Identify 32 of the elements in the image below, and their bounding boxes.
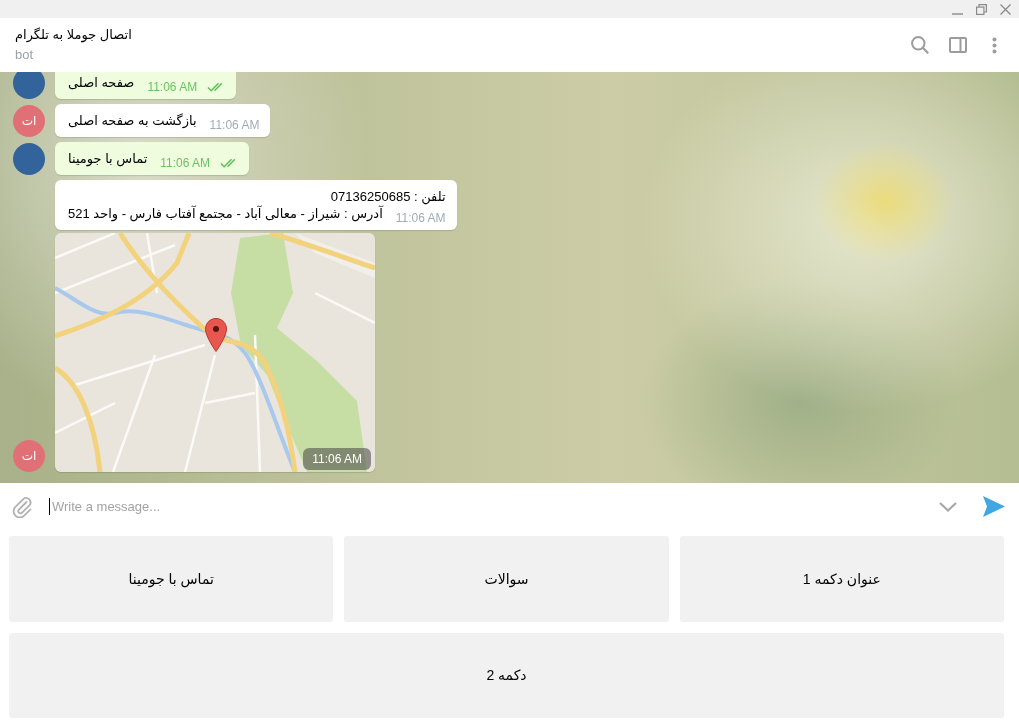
minimize-icon[interactable] — [952, 12, 963, 15]
keyboard-button[interactable]: تماس با جومینا — [9, 536, 334, 622]
message-input[interactable]: Write a message... — [50, 496, 939, 517]
message-time: 11:06 AM — [147, 80, 198, 94]
close-icon[interactable] — [1000, 3, 1011, 15]
map-drawing[interactable] — [55, 233, 375, 472]
search-icon[interactable] — [911, 36, 929, 54]
keyboard-button[interactable]: عنوان دکمه 1 — [679, 536, 1004, 622]
message-text: تلفن : 07136250685 — [330, 188, 446, 205]
keyboard-button[interactable]: دکمه 2 — [9, 632, 1004, 718]
location-pin-icon — [205, 318, 227, 352]
message-time: 11:06 AM — [395, 211, 446, 225]
send-icon[interactable] — [983, 496, 1005, 517]
message-time: 11:06 AM — [209, 118, 260, 132]
message-text: تماس با جومینا — [68, 150, 148, 167]
paperclip-icon[interactable] — [12, 495, 32, 518]
chat-status: bot — [15, 47, 34, 63]
restore-icon[interactable] — [976, 3, 987, 15]
message-text: بازگشت به صفحه اصلی — [68, 112, 197, 129]
message-time: 11:06 AM — [160, 156, 211, 170]
message-text: صفحه اصلی — [68, 74, 135, 91]
avatar: ات — [13, 440, 45, 472]
chat-title: اتصال جوملا به تلگرام — [15, 27, 132, 43]
more-options-icon[interactable] — [992, 36, 997, 54]
message-text: آدرس : شیراز - معالی آباد - مجتمع آفتاب فارس - واحد 521 — [68, 205, 383, 222]
keyboard-button[interactable]: سوالات — [344, 536, 669, 622]
avatar-photo — [13, 143, 45, 175]
message-time: 11:06 AM — [312, 452, 362, 466]
avatar-photo — [13, 72, 45, 99]
side-panel-icon[interactable] — [949, 37, 967, 53]
chevron-down-icon[interactable] — [939, 501, 957, 512]
avatar: ات — [13, 105, 45, 137]
